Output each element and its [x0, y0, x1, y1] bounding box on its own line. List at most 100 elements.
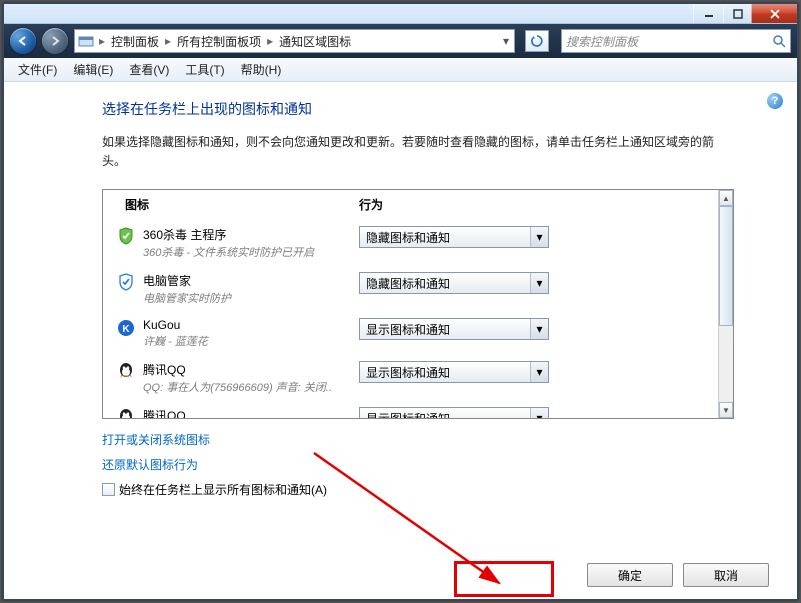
scroll-track[interactable] — [719, 206, 733, 402]
row-name: 360杀毒 主程序 — [143, 226, 359, 243]
row-select-cell: 显示图标和通知 ▾ — [359, 361, 718, 383]
forward-button[interactable] — [42, 28, 68, 54]
page-title: 选择在任务栏上出现的图标和通知 — [102, 99, 769, 119]
ok-button[interactable]: 确定 — [587, 563, 673, 587]
list-row: 腾讯QQ 显示图标和通知 ▾ — [103, 401, 718, 418]
list-row: K KuGou许巍 - 蓝莲花显示图标和通知 ▾ — [103, 312, 718, 355]
refresh-button[interactable] — [525, 30, 549, 52]
row-name: 电脑管家 — [143, 272, 359, 289]
help-icon[interactable]: ? — [767, 93, 783, 109]
annotation-highlight — [454, 561, 554, 597]
content-pane: ? 选择在任务栏上出现的图标和通知 如果选择隐藏图标和通知，则不会向您通知更改和… — [4, 83, 797, 599]
breadcrumb-dropdown[interactable]: ▾ — [498, 34, 514, 48]
always-show-label: 始终在任务栏上显示所有图标和通知(A) — [119, 481, 327, 498]
row-select-cell: 显示图标和通知 ▾ — [359, 407, 718, 418]
behavior-select[interactable]: 隐藏图标和通知 ▾ — [359, 272, 549, 294]
row-text: 腾讯QQQQ: 事在人为(756966609) 声音: 关闭.. — [143, 361, 359, 395]
shield-green-icon — [117, 227, 135, 245]
breadcrumb-icon — [75, 34, 97, 48]
maximize-button[interactable] — [723, 4, 751, 23]
menubar: 文件(F) 编辑(E) 查看(V) 工具(T) 帮助(H) — [4, 58, 797, 82]
breadcrumb[interactable]: ▸ 控制面板 ▸ 所有控制面板项 ▸ 通知区域图标 ▾ — [74, 29, 515, 53]
row-text: 360杀毒 主程序360杀毒 - 文件系统实时防护已开启 — [143, 226, 359, 260]
col-icon: 图标 — [103, 196, 359, 213]
row-icon — [103, 226, 143, 245]
row-subtitle: QQ: 事在人为(756966609) 声音: 关闭.. — [143, 379, 359, 395]
row-name: KuGou — [143, 318, 359, 332]
chevron-down-icon: ▾ — [530, 362, 548, 382]
icon-list: 图标 行为 360杀毒 主程序360杀毒 - 文件系统实时防护已开启隐藏图标和通… — [102, 189, 734, 419]
search-input[interactable]: 搜索控制面板 — [561, 29, 791, 53]
behavior-select[interactable]: 隐藏图标和通知 ▾ — [359, 226, 549, 248]
menu-help[interactable]: 帮助(H) — [233, 61, 290, 78]
behavior-select[interactable]: 显示图标和通知 ▾ — [359, 318, 549, 340]
col-behavior: 行为 — [359, 196, 734, 213]
row-icon — [103, 407, 143, 418]
menu-tools[interactable]: 工具(T) — [177, 61, 232, 78]
row-name: 腾讯QQ — [143, 407, 359, 418]
chevron-right-icon: ▸ — [265, 34, 275, 48]
search-placeholder: 搜索控制面板 — [566, 33, 638, 50]
svg-text:K: K — [122, 324, 130, 335]
list-row: 腾讯QQQQ: 事在人为(756966609) 声音: 关闭.. 显示图标和通知 ▾ — [103, 355, 718, 401]
behavior-value: 隐藏图标和通知 — [366, 229, 450, 246]
kugou-icon: K — [117, 319, 135, 337]
row-subtitle: 许巍 - 蓝莲花 — [143, 333, 359, 349]
menu-file[interactable]: 文件(F) — [10, 61, 65, 78]
behavior-value: 显示图标和通知 — [366, 410, 450, 419]
always-show-checkbox[interactable] — [102, 483, 115, 496]
minimize-button[interactable] — [693, 4, 723, 23]
close-button[interactable] — [751, 4, 797, 23]
always-show-checkbox-row: 始终在任务栏上显示所有图标和通知(A) — [102, 481, 769, 498]
row-text: 电脑管家电脑管家实时防护 — [143, 272, 359, 306]
behavior-value: 隐藏图标和通知 — [366, 275, 450, 292]
breadcrumb-part[interactable]: 控制面板 — [107, 30, 163, 52]
behavior-value: 显示图标和通知 — [366, 364, 450, 381]
menu-edit[interactable]: 编辑(E) — [65, 61, 121, 78]
row-name: 腾讯QQ — [143, 361, 359, 378]
breadcrumb-part[interactable]: 所有控制面板项 — [173, 30, 265, 52]
chevron-down-icon: ▾ — [530, 408, 548, 418]
behavior-select[interactable]: 显示图标和通知 ▾ — [359, 407, 549, 418]
behavior-value: 显示图标和通知 — [366, 321, 450, 338]
page-description: 如果选择隐藏图标和通知，则不会向您通知更改和更新。若要随时查看隐藏的图标，请单击… — [102, 133, 722, 171]
scroll-up-button[interactable]: ▲ — [719, 190, 733, 206]
chevron-down-icon: ▾ — [530, 319, 548, 339]
row-icon — [103, 272, 143, 291]
row-icon — [103, 361, 143, 380]
scroll-down-button[interactable]: ▼ — [719, 402, 733, 418]
scroll-thumb[interactable] — [719, 206, 733, 326]
chevron-down-icon: ▾ — [530, 227, 548, 247]
row-text: KuGou许巍 - 蓝莲花 — [143, 318, 359, 349]
row-text: 腾讯QQ — [143, 407, 359, 418]
back-button[interactable] — [10, 28, 36, 54]
control-panel-window: ▸ 控制面板 ▸ 所有控制面板项 ▸ 通知区域图标 ▾ 搜索控制面板 文件(F)… — [3, 3, 798, 600]
scrollbar[interactable]: ▲ ▼ — [718, 190, 734, 418]
chevron-down-icon: ▾ — [530, 273, 548, 293]
qq-icon — [117, 408, 135, 418]
chevron-right-icon: ▸ — [97, 34, 107, 48]
behavior-select[interactable]: 显示图标和通知 ▾ — [359, 361, 549, 383]
row-select-cell: 隐藏图标和通知 ▾ — [359, 272, 718, 294]
menu-view[interactable]: 查看(V) — [121, 61, 177, 78]
row-icon: K — [103, 318, 143, 337]
chevron-right-icon: ▸ — [163, 34, 173, 48]
row-select-cell: 显示图标和通知 ▾ — [359, 318, 718, 340]
breadcrumb-part[interactable]: 通知区域图标 — [275, 30, 355, 52]
titlebar — [4, 4, 797, 24]
list-header: 图标 行为 — [103, 190, 734, 221]
list-row: 电脑管家电脑管家实时防护隐藏图标和通知 ▾ — [103, 266, 718, 312]
button-bar: 确定 取消 — [587, 563, 769, 587]
shield-blue-icon — [117, 273, 135, 291]
row-select-cell: 隐藏图标和通知 ▾ — [359, 226, 718, 248]
row-subtitle: 电脑管家实时防护 — [143, 290, 359, 306]
cancel-button[interactable]: 取消 — [683, 563, 769, 587]
list-row: 360杀毒 主程序360杀毒 - 文件系统实时防护已开启隐藏图标和通知 ▾ — [103, 220, 718, 266]
navbar: ▸ 控制面板 ▸ 所有控制面板项 ▸ 通知区域图标 ▾ 搜索控制面板 — [4, 24, 797, 58]
row-subtitle: 360杀毒 - 文件系统实时防护已开启 — [143, 244, 359, 260]
link-system-icons[interactable]: 打开或关闭系统图标 — [102, 431, 769, 448]
links: 打开或关闭系统图标 还原默认图标行为 — [102, 431, 769, 473]
link-restore-defaults[interactable]: 还原默认图标行为 — [102, 456, 769, 473]
qq-icon — [117, 362, 135, 380]
search-icon — [772, 34, 786, 48]
